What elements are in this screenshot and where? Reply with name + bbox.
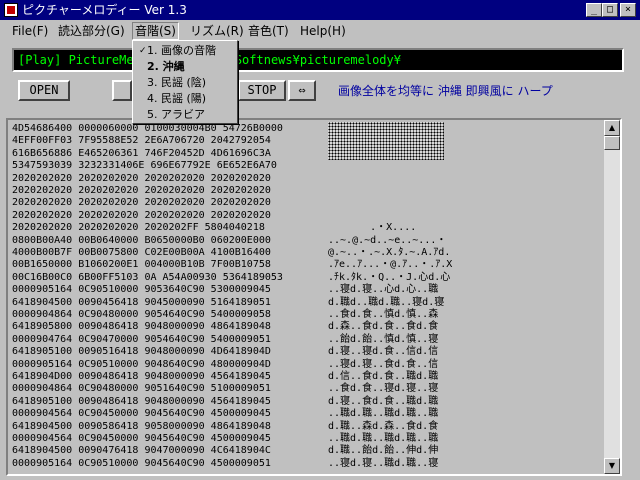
menu-scale[interactable]: 音階(S) bbox=[132, 22, 179, 40]
path-suffix: ¥Softnews¥picturemelody¥ bbox=[227, 53, 401, 67]
hex-row: 6418905100 0090516418 9048000090 4D64189… bbox=[12, 346, 271, 358]
hex-row: 6418905800 0090486418 9048000090 4864189… bbox=[12, 321, 271, 333]
ascii-row: ..~.@.~d..~e..~...・ bbox=[328, 234, 447, 246]
title-bar: ピクチャーメロディー Ver 1.3 _ □ × bbox=[0, 0, 640, 20]
stop-button[interactable]: STOP bbox=[238, 80, 286, 101]
scale-option-okinawa[interactable]: 2. 沖縄 bbox=[135, 59, 235, 75]
maximize-button[interactable]: □ bbox=[602, 3, 618, 17]
app-icon[interactable] bbox=[4, 3, 18, 17]
ascii-row: .ﾁk.ﾀk.・Q..・J.心d.心 bbox=[328, 271, 451, 283]
scale-option-arabia[interactable]: 5. アラビア bbox=[135, 107, 235, 123]
vertical-scrollbar[interactable]: ▲ ▼ bbox=[604, 120, 620, 474]
hex-row: 00B1650000 B1060200E1 004000B10B 7F00B10… bbox=[12, 259, 271, 271]
ascii-row: d.職..森d.森..食d.食 bbox=[328, 420, 439, 432]
menu-tone[interactable]: 音色(T) bbox=[246, 23, 291, 39]
hex-row: 0000904864 0C90480000 9051640C90 5100009… bbox=[12, 383, 271, 395]
ascii-row: ..食d.食..慎d.慎..森 bbox=[328, 309, 439, 320]
settings-description: 画像全体を均等に 沖縄 即興風に ハープ bbox=[338, 84, 553, 98]
scale-option-minyo-yo[interactable]: 4. 民謡 (陽) bbox=[135, 91, 235, 107]
hex-row: 0000904764 0C90470000 9054640C90 5400009… bbox=[12, 333, 271, 345]
menu-rhythm[interactable]: リズム(R) bbox=[188, 23, 246, 39]
hex-row: 4000B00B7F 00B0075800 C02E00B00A 4100B16… bbox=[12, 247, 271, 258]
hex-row: 5347593039 3232331406E 696E67792E 6E652E… bbox=[12, 160, 277, 172]
menu-read-part[interactable]: 読込部分(G) bbox=[56, 23, 127, 39]
hex-row: 6418904500 0090586418 9058000090 4864189… bbox=[12, 420, 271, 432]
ascii-row: .ｱe..ｱ...・@.ｱ..・.ｱ.X bbox=[328, 259, 453, 271]
scale-option-minyo-in[interactable]: 3. 民謡 (陰) bbox=[135, 75, 235, 91]
ascii-row: d.寝..寝d.食..信d.信 bbox=[328, 346, 439, 358]
hex-row: 0000904564 0C90450000 9045640C90 4500009… bbox=[12, 408, 271, 420]
menu-help[interactable]: Help(H) bbox=[298, 23, 348, 39]
path-prefix: [Play] PictureMe bbox=[18, 53, 134, 67]
hex-dump-panel[interactable]: 4D54686400 0000060000 0100030004B0 54726… bbox=[6, 118, 622, 476]
ascii-row: ..飴d.飴..慎d.慎..寝 bbox=[328, 333, 439, 345]
ascii-noise-block bbox=[328, 122, 444, 160]
hidden-button[interactable] bbox=[112, 80, 132, 101]
hex-row: 0000905164 0C90510000 9048640C90 4800009… bbox=[12, 358, 271, 370]
close-button[interactable]: × bbox=[620, 3, 636, 17]
hex-row: 00C16B00C0 6B00FF5103 0A A54A00930 53641… bbox=[12, 271, 283, 283]
ascii-row: ..寝d.寝..職d.職..寝 bbox=[328, 457, 439, 469]
ascii-row: d.森..食d.食..食d.食 bbox=[328, 321, 439, 333]
window-title: ピクチャーメロディー Ver 1.3 bbox=[22, 3, 187, 17]
ascii-row: .・X.... bbox=[328, 222, 417, 234]
minimize-button[interactable]: _ bbox=[586, 3, 602, 17]
ascii-row: ..寝d.寝..心d.心..職 bbox=[328, 284, 439, 296]
open-button[interactable]: OPEN bbox=[18, 80, 70, 101]
ascii-row: ..寝d.寝..食d.食..信 bbox=[328, 358, 439, 370]
menu-file[interactable]: File(F) bbox=[10, 23, 50, 39]
hex-row: 2020202020 2020202020 2020202020 2020202… bbox=[12, 172, 271, 184]
menu-bar: File(F) 読込部分(G) 音階(S) リズム(R) 音色(T) Help(… bbox=[0, 20, 640, 41]
hex-row: 2020202020 2020202020 2020202020 2020202… bbox=[12, 209, 271, 221]
ascii-row: d.信..食d.食..職d.職 bbox=[328, 371, 439, 382]
scroll-down-icon[interactable]: ▼ bbox=[604, 458, 620, 474]
scale-option-image[interactable]: ✓ 1. 画像の音階 bbox=[135, 43, 235, 59]
hex-row: 6418904500 0090476418 9047000090 4C64189… bbox=[12, 445, 271, 457]
scale-dropdown-menu: ✓ 1. 画像の音階 2. 沖縄 3. 民謡 (陰) 4. 民謡 (陽) 5. … bbox=[132, 40, 238, 124]
hex-row: 616B656886 E465206361 746F20452D 4D61696… bbox=[12, 147, 271, 159]
ascii-row: @.~..・.~.X.ﾀ.~.A.ｱd. bbox=[328, 247, 451, 258]
hex-row: 6418904D00 0090486418 9048000090 4564189… bbox=[12, 371, 271, 382]
scroll-thumb[interactable] bbox=[604, 136, 620, 150]
ascii-row: ..職d.職..職d.職..職 bbox=[328, 408, 439, 420]
hex-row: 4EFF00FF03 7F95588E52 2E6A706720 2042792… bbox=[12, 135, 271, 147]
hex-row: 2020202020 2020202020 2020202020 2020202… bbox=[12, 197, 271, 209]
hex-row: 2020202020 2020202020 2020202020 2020202… bbox=[12, 185, 271, 196]
hex-row: 0000904564 0C90450000 9045640C90 4500009… bbox=[12, 433, 271, 444]
hex-row: 6418905100 0090486418 9048000090 4564189… bbox=[12, 395, 271, 407]
ascii-row: d.職..飴d.飴..伸d.伸 bbox=[328, 445, 439, 457]
check-icon: ✓ bbox=[139, 46, 147, 56]
ascii-row: ..職d.職..職d.職..職 bbox=[328, 433, 439, 444]
hex-row: 0000904864 0C90480000 9054640C90 5400009… bbox=[12, 309, 271, 320]
hex-row: 2020202020 2020202020 2020202FF 58040402… bbox=[12, 222, 265, 234]
path-display: [Play] PictureMe ¥Softnews¥picturemelody¥ bbox=[12, 48, 624, 72]
scroll-up-icon[interactable]: ▲ bbox=[604, 120, 620, 136]
hex-row: 0000905164 0C90510000 9045640C90 4500009… bbox=[12, 457, 271, 469]
hex-row: 0800B00A40 00B0640000 B0650000B0 060200E… bbox=[12, 234, 271, 246]
hex-row: 6418904500 0090456418 9045000090 5164189… bbox=[12, 296, 271, 308]
swap-button[interactable]: ⇔ bbox=[288, 80, 316, 101]
ascii-row: d.職d..職d.職..寝d.寝 bbox=[328, 296, 445, 308]
ascii-row: ..食d.食..寝d.寝..寝 bbox=[328, 383, 439, 395]
ascii-row: d.寝..食d.食..職d.職 bbox=[328, 395, 439, 407]
hex-row: 0000905164 0C90510000 9053640C90 5300009… bbox=[12, 284, 271, 296]
